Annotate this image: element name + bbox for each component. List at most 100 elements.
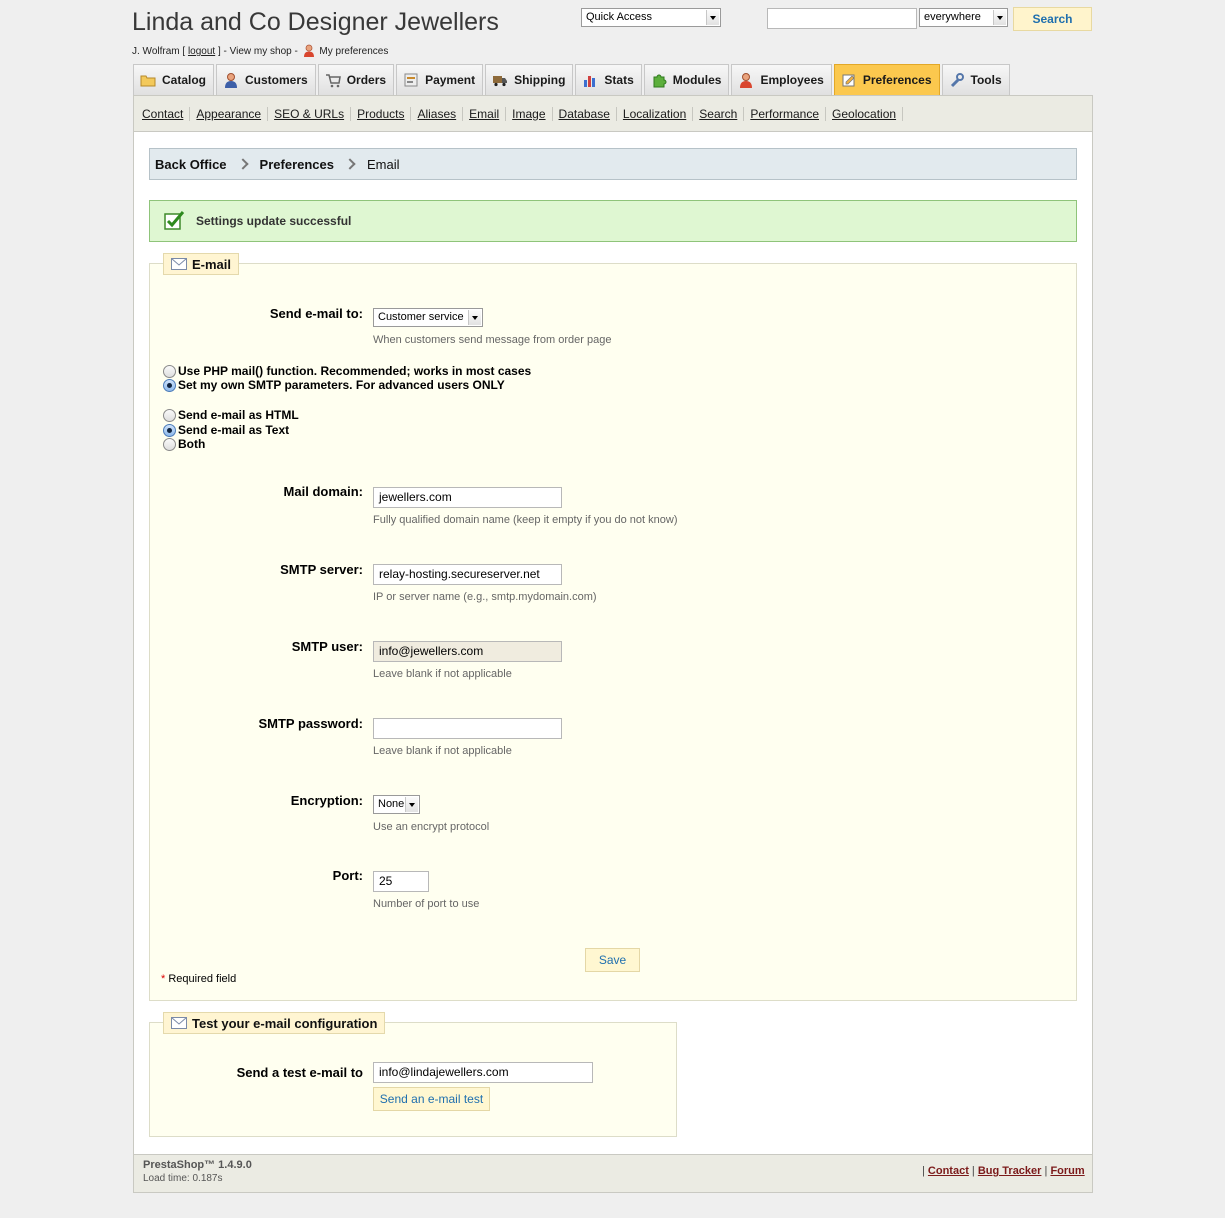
envelope-icon: [171, 258, 187, 270]
tab-label: Shipping: [514, 73, 566, 87]
smtp-server-label: SMTP server:: [280, 562, 363, 577]
subnav-aliases[interactable]: Aliases: [411, 106, 464, 121]
tab-label: Tools: [970, 73, 1002, 87]
radio-html[interactable]: Send e-mail as HTML: [163, 408, 299, 422]
radio-text[interactable]: Send e-mail as Text: [163, 423, 289, 437]
tab-payment[interactable]: Payment: [396, 64, 484, 95]
subnav-search[interactable]: Search: [693, 106, 745, 121]
main-tabs: Catalog Customers Orders Payment Shippin…: [133, 64, 1012, 95]
smtp-password-label: SMTP password:: [258, 716, 363, 731]
send-to-select[interactable]: Customer service: [373, 308, 483, 327]
tab-shipping[interactable]: Shipping: [485, 64, 574, 95]
chevron-down-icon: [993, 10, 1006, 25]
tab-stats[interactable]: Stats: [575, 64, 642, 95]
breadcrumb-back-office[interactable]: Back Office: [155, 157, 227, 172]
smtp-user-label: SMTP user:: [291, 639, 363, 654]
tab-modules[interactable]: Modules: [643, 64, 730, 95]
truck-icon: [493, 76, 508, 87]
tab-tools[interactable]: Tools: [941, 64, 1010, 95]
tab-label: Preferences: [862, 73, 932, 87]
smtp-password-hint: Leave blank if not applicable: [373, 745, 512, 757]
smtp-user-hint: Leave blank if not applicable: [373, 668, 512, 680]
subnav-email[interactable]: Email: [463, 106, 507, 121]
search-scope-select[interactable]: everywhere: [919, 8, 1008, 27]
user-icon: [303, 44, 314, 57]
shop-title: Linda and Co Designer Jewellers: [132, 8, 499, 36]
cart-icon: [325, 74, 341, 88]
mail-domain-input[interactable]: jewellers.com: [373, 487, 562, 508]
payment-icon: [404, 73, 418, 87]
subnav-products[interactable]: Products: [351, 106, 412, 121]
subnav-appearance[interactable]: Appearance: [190, 106, 269, 121]
radio-button[interactable]: [163, 408, 176, 422]
port-input[interactable]: 25: [373, 871, 429, 892]
search-scope-value: everywhere: [924, 11, 981, 23]
encryption-select[interactable]: None: [373, 795, 420, 814]
smtp-user-input[interactable]: info@jewellers.com: [373, 641, 562, 662]
subnav-contact[interactable]: Contact: [136, 106, 191, 121]
search-button[interactable]: Search: [1013, 7, 1092, 31]
tab-label: Catalog: [162, 73, 207, 87]
puzzle-icon: [653, 74, 667, 88]
success-text: Settings update successful: [196, 214, 352, 228]
search-input[interactable]: [767, 8, 917, 29]
employee-icon: [740, 73, 753, 88]
port-label: Port:: [332, 868, 363, 883]
footer-load-time: Load time: 0.187s: [143, 1173, 223, 1184]
footer-bug-tracker-link[interactable]: Bug Tracker: [978, 1165, 1042, 1177]
test-legend: Test your e-mail configuration: [163, 1012, 386, 1034]
radio-button[interactable]: [163, 378, 176, 392]
breadcrumb-email: Email: [367, 156, 400, 172]
chevron-right-icon: [346, 159, 353, 169]
preferences-icon: [842, 74, 855, 87]
footer-contact-link[interactable]: Contact: [928, 1165, 969, 1177]
success-message: Settings update successful: [149, 200, 1077, 242]
view-shop-link[interactable]: View my shop: [230, 46, 292, 57]
required-asterisk: *: [161, 973, 166, 985]
quick-access-value: Quick Access: [586, 11, 653, 23]
encryption-label: Encryption:: [290, 793, 363, 808]
save-button[interactable]: Save: [585, 948, 640, 972]
my-preferences-link[interactable]: My preferences: [319, 46, 388, 57]
footer-forum-link[interactable]: Forum: [1050, 1165, 1084, 1177]
user-icon: [225, 73, 238, 88]
radio-smtp[interactable]: Set my own SMTP parameters. For advanced…: [163, 378, 505, 392]
folder-icon: [140, 75, 156, 87]
tab-label: Orders: [346, 73, 387, 87]
subnav-image[interactable]: Image: [506, 106, 553, 121]
send-to-value: Customer service: [378, 311, 464, 323]
radio-button[interactable]: [163, 437, 176, 451]
chart-icon: [584, 76, 596, 87]
breadcrumb-preferences[interactable]: Preferences: [260, 157, 334, 172]
radio-button[interactable]: [163, 364, 176, 378]
tab-preferences[interactable]: Preferences: [833, 64, 940, 95]
encryption-value: None: [378, 798, 405, 810]
send-to-hint: When customers send message from order p…: [373, 334, 612, 346]
chevron-down-icon: [405, 797, 418, 812]
send-to-label: Send e-mail to:: [269, 306, 363, 321]
tab-label: Customers: [245, 73, 308, 87]
smtp-server-input[interactable]: relay-hosting.secureserver.net: [373, 564, 562, 585]
radio-php-mail[interactable]: Use PHP mail() function. Recommended; wo…: [163, 364, 531, 378]
user-name: J. Wolfram: [132, 46, 180, 57]
subnav-localization[interactable]: Localization: [617, 106, 694, 121]
radio-label: Send e-mail as Text: [178, 423, 290, 437]
smtp-password-input[interactable]: [373, 718, 562, 739]
test-email-input[interactable]: info@lindajewellers.com: [373, 1062, 593, 1083]
tab-label: Employees: [760, 73, 824, 87]
tab-customers[interactable]: Customers: [216, 64, 316, 95]
logout-link[interactable]: logout: [188, 46, 215, 57]
subnav-database[interactable]: Database: [553, 106, 617, 121]
required-note-text: Required field: [168, 973, 237, 985]
tab-orders[interactable]: Orders: [317, 64, 395, 95]
tab-catalog[interactable]: Catalog: [133, 64, 215, 95]
subnav-geolocation[interactable]: Geolocation: [826, 106, 904, 121]
subnav-performance[interactable]: Performance: [744, 106, 827, 121]
tab-employees[interactable]: Employees: [731, 64, 832, 95]
send-test-button[interactable]: Send an e-mail test: [373, 1087, 490, 1111]
wrench-icon: [950, 73, 964, 88]
radio-button[interactable]: [163, 423, 176, 437]
radio-both[interactable]: Both: [163, 437, 205, 451]
subnav-seo-urls[interactable]: SEO & URLs: [268, 106, 352, 121]
quick-access-select[interactable]: Quick Access: [581, 8, 721, 27]
